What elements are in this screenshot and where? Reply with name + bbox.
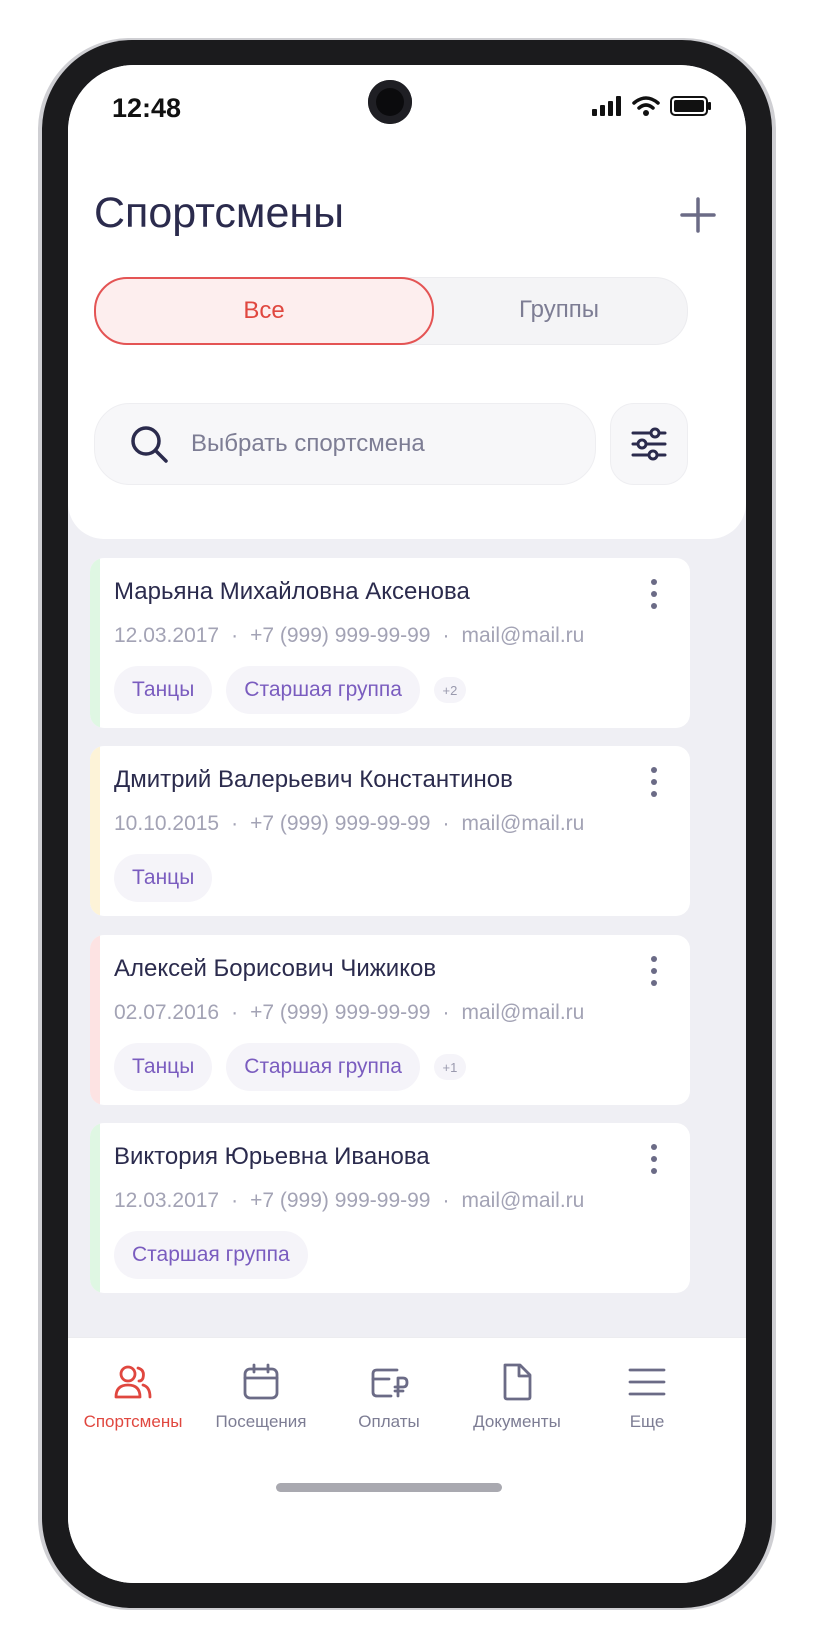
ruble-wallet-icon bbox=[371, 1368, 409, 1398]
athlete-birthdate: 12.03.2017 bbox=[114, 1189, 220, 1212]
nav-label: Оплаты bbox=[358, 1412, 420, 1431]
athlete-tags: Танцы Старшая группа +2 bbox=[114, 666, 466, 714]
calendar-icon bbox=[243, 1363, 279, 1400]
page-title: Спортсмены bbox=[94, 189, 345, 237]
nav-visits[interactable]: Посещения bbox=[196, 1362, 326, 1432]
athlete-email: mail@mail.ru bbox=[461, 1189, 585, 1212]
athlete-name: Виктория Юрьевна Иванова bbox=[114, 1143, 430, 1170]
athlete-tags: Танцы Старшая группа +1 bbox=[114, 1043, 466, 1091]
card-menu-button[interactable] bbox=[648, 578, 660, 615]
separator-dot: · bbox=[231, 1189, 239, 1212]
status-icons bbox=[592, 95, 712, 117]
filter-button[interactable] bbox=[610, 403, 688, 485]
separator-dot: · bbox=[442, 1001, 450, 1024]
athlete-tags: Старшая группа bbox=[114, 1231, 308, 1279]
nav-payments[interactable]: Оплаты bbox=[324, 1362, 454, 1432]
users-icon bbox=[114, 1365, 152, 1399]
nav-more[interactable]: Еще bbox=[582, 1362, 712, 1432]
plus-icon bbox=[680, 197, 716, 233]
separator-dot: · bbox=[231, 1001, 239, 1024]
athlete-email: mail@mail.ru bbox=[461, 812, 585, 835]
athlete-email: mail@mail.ru bbox=[461, 624, 585, 647]
tag-chip[interactable]: Танцы bbox=[114, 854, 213, 902]
filter-sliders-icon bbox=[631, 427, 667, 461]
athlete-birthdate: 10.10.2015 bbox=[114, 812, 220, 835]
athlete-name: Дмитрий Валерьевич Константинов bbox=[114, 766, 513, 793]
athlete-card[interactable]: Марьяна Михайловна Аксенова 12.03.2017 · +… bbox=[90, 558, 690, 728]
athlete-name: Алексей Борисович Чижиков bbox=[114, 955, 437, 982]
tab-all[interactable]: Все bbox=[94, 277, 434, 345]
card-menu-button[interactable] bbox=[648, 766, 660, 803]
separator-dot: · bbox=[231, 624, 239, 647]
screen: 12:48 Спортсмены Все Группы Выбрать спор… bbox=[68, 65, 746, 1583]
add-athlete-button[interactable] bbox=[674, 191, 722, 239]
view-switcher: Все Группы bbox=[94, 277, 688, 345]
athlete-card[interactable]: Дмитрий Валерьевич Константинов 10.10.20… bbox=[90, 746, 690, 916]
athlete-phone: +7 (999) 999-99-99 bbox=[250, 1001, 431, 1024]
tag-chip[interactable]: Старшая группа bbox=[226, 1043, 420, 1091]
tab-groups[interactable]: Группы bbox=[431, 278, 687, 342]
card-menu-button[interactable] bbox=[648, 1143, 660, 1180]
tag-chip[interactable]: Старшая группа bbox=[226, 666, 420, 714]
menu-icon bbox=[628, 1368, 666, 1396]
athlete-meta: 10.10.2015 · +7 (999) 999-99-99 · mail@mail.… bbox=[114, 812, 584, 836]
athlete-birthdate: 02.07.2016 bbox=[114, 1001, 220, 1024]
status-time: 12:48 bbox=[112, 93, 182, 123]
tag-chip[interactable]: Старшая группа bbox=[114, 1231, 308, 1279]
athlete-card[interactable]: Алексей Борисович Чижиков 02.07.2016 · +7 … bbox=[90, 935, 690, 1105]
athlete-phone: +7 (999) 999-99-99 bbox=[250, 624, 431, 647]
athlete-card[interactable]: Виктория Юрьевна Иванова 12.03.2017 · +7 (… bbox=[90, 1123, 690, 1293]
status-indicator bbox=[90, 558, 100, 728]
separator-dot: · bbox=[442, 812, 450, 835]
athlete-tags: Танцы bbox=[114, 854, 213, 902]
bottom-nav: Спортсмены Посещения Оплаты Документы Ещ… bbox=[68, 1337, 746, 1583]
athlete-phone: +7 (999) 999-99-99 bbox=[250, 1189, 431, 1212]
status-indicator bbox=[90, 1123, 100, 1293]
athlete-meta: 12.03.2017 · +7 (999) 999-99-99 · mail@mail.… bbox=[114, 624, 584, 648]
tag-chip[interactable]: Танцы bbox=[114, 666, 213, 714]
more-tags-badge[interactable]: +2 bbox=[433, 677, 466, 703]
nav-documents[interactable]: Документы bbox=[452, 1362, 582, 1432]
more-vertical-icon bbox=[651, 956, 657, 986]
document-icon bbox=[503, 1363, 532, 1401]
wifi-icon bbox=[632, 96, 660, 116]
more-vertical-icon bbox=[651, 1144, 657, 1174]
more-tags-badge[interactable]: +1 bbox=[433, 1054, 466, 1080]
athlete-meta: 12.03.2017 · +7 (999) 999-99-99 · mail@mail.… bbox=[114, 1189, 584, 1213]
search-field bbox=[94, 403, 596, 485]
nav-label: Спортсмены bbox=[83, 1412, 183, 1431]
separator-dot: · bbox=[442, 1189, 450, 1212]
card-menu-button[interactable] bbox=[648, 955, 660, 992]
separator-dot: · bbox=[231, 812, 239, 835]
nav-label: Еще bbox=[629, 1412, 665, 1431]
signal-icon bbox=[592, 96, 621, 116]
athlete-phone: +7 (999) 999-99-99 bbox=[250, 812, 431, 835]
header-panel: 12:48 Спортсмены Все Группы Выбрать спор… bbox=[68, 65, 746, 539]
camera-cutout bbox=[368, 80, 412, 124]
separator-dot: · bbox=[442, 624, 450, 647]
nav-athletes[interactable]: Спортсмены bbox=[68, 1362, 198, 1432]
nav-label: Посещения bbox=[215, 1412, 307, 1431]
tag-chip[interactable]: Танцы bbox=[114, 1043, 213, 1091]
athlete-meta: 02.07.2016 · +7 (999) 999-99-99 · mail@mail.… bbox=[114, 1001, 584, 1025]
athlete-name: Марьяна Михайловна Аксенова bbox=[114, 578, 470, 605]
battery-icon bbox=[670, 96, 711, 116]
search-input[interactable] bbox=[191, 404, 571, 484]
athlete-email: mail@mail.ru bbox=[461, 1001, 585, 1024]
athlete-birthdate: 12.03.2017 bbox=[114, 624, 220, 647]
status-indicator bbox=[90, 746, 100, 916]
search-icon bbox=[131, 426, 168, 463]
home-indicator bbox=[276, 1483, 502, 1492]
more-vertical-icon bbox=[651, 579, 657, 609]
nav-label: Документы bbox=[473, 1412, 561, 1431]
more-vertical-icon bbox=[651, 767, 657, 797]
status-indicator bbox=[90, 935, 100, 1105]
